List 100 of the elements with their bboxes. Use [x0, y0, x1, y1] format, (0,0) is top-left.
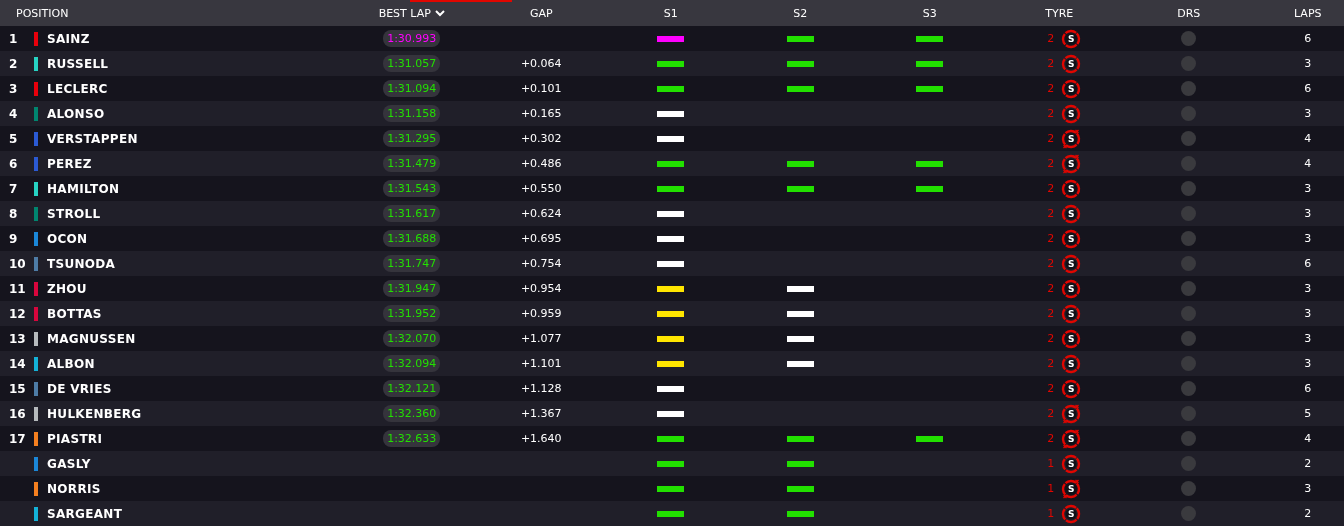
- drs-indicator: [1181, 456, 1197, 471]
- best-lap-time: 1:31.479: [383, 155, 441, 172]
- gap-value: +0.486: [520, 157, 562, 170]
- driver-name: SARGEANT: [47, 506, 123, 521]
- tyre-age: 2: [1047, 232, 1055, 245]
- best-lap-time: 1:31.295: [383, 130, 441, 147]
- best-lap-time: 1:32.070: [383, 330, 441, 347]
- position-number: 9: [8, 231, 19, 246]
- driver-name: GASLY: [47, 456, 91, 471]
- position-number: 2: [8, 56, 19, 71]
- position-number: 7: [8, 181, 19, 196]
- gap-value: +1.077: [520, 332, 562, 345]
- laps-count: 3: [1304, 207, 1312, 220]
- laps-count: 6: [1304, 82, 1312, 95]
- driver-name: OCON: [47, 231, 88, 246]
- drs-indicator: [1181, 156, 1197, 171]
- tyre-age: 1: [1047, 482, 1055, 495]
- drs-indicator: [1181, 231, 1197, 246]
- soft-tyre-badge: S: [1061, 203, 1082, 224]
- tyre-age: 2: [1047, 432, 1055, 445]
- best-lap-time: 1:31.947: [383, 280, 441, 297]
- laps-count: 3: [1304, 307, 1312, 320]
- best-lap-time: 1:31.057: [383, 55, 441, 72]
- driver-name: ALBON: [47, 356, 95, 371]
- position-number: 3: [8, 81, 19, 96]
- best-lap-time: 1:31.094: [383, 80, 441, 97]
- column-header: S2: [793, 6, 808, 20]
- gap-value: +0.165: [520, 107, 562, 120]
- soft-tyre-badge: S: [1061, 253, 1082, 274]
- gap-value: +1.640: [520, 432, 562, 445]
- tyre-age: 2: [1047, 257, 1055, 270]
- position-number: 14: [8, 356, 27, 371]
- tyre-age: 2: [1047, 382, 1055, 395]
- column-header: LAPS: [1294, 6, 1322, 20]
- position-number: 1: [8, 31, 19, 46]
- tyre-age: 2: [1047, 307, 1055, 320]
- drs-indicator: [1181, 256, 1197, 271]
- position-number: 8: [8, 206, 19, 221]
- driver-name: MAGNUSSEN: [47, 331, 136, 346]
- gap-value: +1.128: [520, 382, 562, 395]
- position-number: 10: [8, 256, 27, 271]
- laps-count: 6: [1304, 32, 1312, 45]
- drs-indicator: [1181, 306, 1197, 321]
- driver-name: HULKENBERG: [47, 406, 142, 421]
- laps-count: 3: [1304, 182, 1312, 195]
- soft-tyre-badge: S: [1061, 503, 1082, 524]
- tyre-age: 2: [1047, 407, 1055, 420]
- position-number: 17: [8, 431, 27, 446]
- tyre-age: 2: [1047, 132, 1055, 145]
- column-header: GAP: [529, 6, 553, 20]
- drs-indicator: [1181, 56, 1197, 71]
- driver-name: RUSSELL: [47, 56, 109, 71]
- drs-indicator: [1181, 181, 1197, 196]
- tyre-age: 2: [1047, 182, 1055, 195]
- best-lap-time: 1:32.360: [383, 405, 441, 422]
- tyre-age: 2: [1047, 357, 1055, 370]
- soft-tyre-badge: S: [1061, 28, 1082, 49]
- soft-tyre-badge: S: [1061, 428, 1082, 449]
- gap-value: +0.064: [520, 57, 562, 70]
- tyre-age: 2: [1047, 207, 1055, 220]
- laps-count: 4: [1304, 132, 1312, 145]
- soft-tyre-badge: S: [1061, 128, 1082, 149]
- gap-value: +0.695: [520, 232, 562, 245]
- drs-indicator: [1181, 356, 1197, 371]
- best-lap-time: 1:31.688: [383, 230, 441, 247]
- driver-name: DE VRIES: [47, 381, 112, 396]
- driver-name: LECLERC: [47, 81, 108, 96]
- soft-tyre-badge: S: [1061, 303, 1082, 324]
- position-number: 11: [8, 281, 27, 296]
- tyre-age: 1: [1047, 457, 1055, 470]
- column-header[interactable]: BEST LAP: [378, 6, 445, 20]
- driver-name: ZHOU: [47, 281, 87, 296]
- best-lap-time: 1:32.633: [383, 430, 441, 447]
- soft-tyre-badge: S: [1061, 153, 1082, 174]
- drs-indicator: [1181, 206, 1197, 221]
- soft-tyre-badge: S: [1061, 328, 1082, 349]
- tyre-age: 2: [1047, 57, 1055, 70]
- best-lap-time: 1:31.952: [383, 305, 441, 322]
- position-number: 15: [8, 381, 27, 396]
- tyre-age: 2: [1047, 157, 1055, 170]
- laps-count: 3: [1304, 232, 1312, 245]
- column-header: S3: [922, 6, 937, 20]
- laps-count: 3: [1304, 482, 1312, 495]
- soft-tyre-badge: S: [1061, 53, 1082, 74]
- column-header: TYRE: [1045, 6, 1074, 20]
- best-lap-time: 1:31.158: [383, 105, 441, 122]
- position-number: 13: [8, 331, 27, 346]
- driver-name: BOTTAS: [47, 306, 102, 321]
- driver-name: SAINZ: [47, 31, 90, 46]
- soft-tyre-badge: S: [1061, 478, 1082, 499]
- gap-value: +0.754: [520, 257, 562, 270]
- best-lap-time: 1:31.747: [383, 255, 441, 272]
- sort-caret-icon: [434, 9, 445, 17]
- column-header: DRS: [1177, 6, 1201, 20]
- soft-tyre-badge: S: [1061, 228, 1082, 249]
- driver-name: PEREZ: [47, 156, 92, 171]
- laps-count: 5: [1304, 407, 1312, 420]
- best-lap-time: 1:32.121: [383, 380, 441, 397]
- gap-value: +0.954: [520, 282, 562, 295]
- laps-count: 6: [1304, 382, 1312, 395]
